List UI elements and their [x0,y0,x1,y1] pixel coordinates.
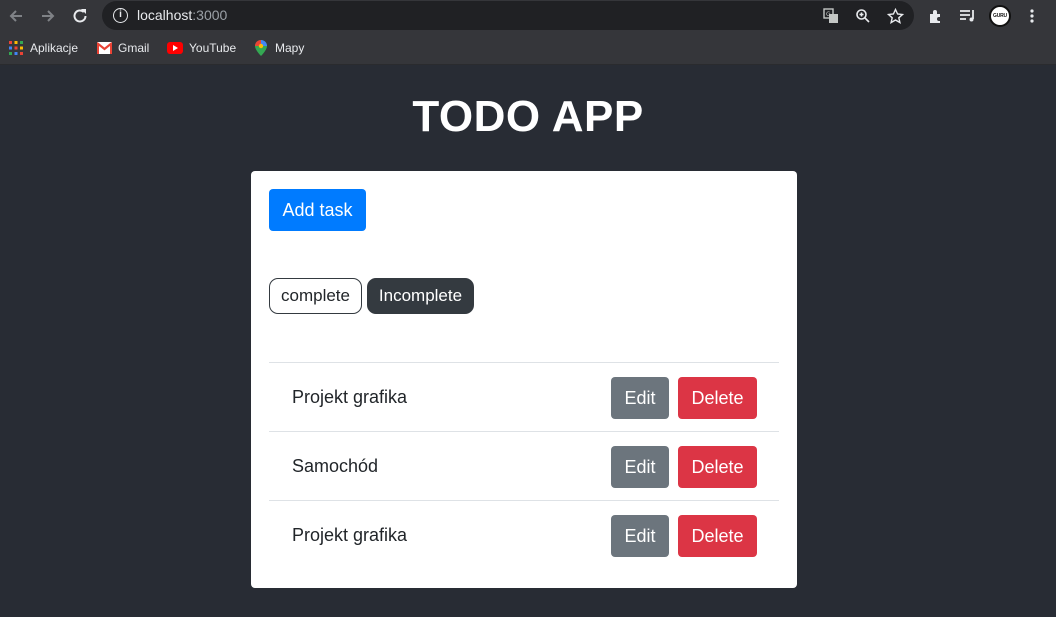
bookmark-gmail[interactable]: Gmail [96,39,149,57]
bookmark-apps[interactable]: Aplikacje [8,39,78,57]
bookmark-maps[interactable]: Mapy [253,39,304,57]
filter-complete-button[interactable]: complete [269,278,362,314]
filter-incomplete-button[interactable]: Incomplete [367,278,474,314]
gmail-icon [96,40,112,56]
apps-grid-icon [8,40,24,56]
task-name: Projekt grafika [292,525,408,545]
browser-toolbar: i localhost:3000 G GURU [0,0,1056,32]
delete-button[interactable]: Delete [678,446,757,488]
bookmark-youtube[interactable]: YouTube [167,39,236,57]
delete-button[interactable]: Delete [678,515,757,557]
menu-kebab-icon[interactable] [1021,5,1043,27]
delete-button[interactable]: Delete [678,377,757,419]
address-bar[interactable]: i localhost:3000 G [102,1,914,30]
reload-icon[interactable] [69,5,91,27]
task-row: Projekt grafika Edit Delete [269,500,779,569]
edit-button[interactable]: Edit [611,515,669,557]
page-title: TODO APP [412,92,644,141]
back-icon[interactable] [5,5,27,27]
task-list: Projekt grafika Edit Delete Samochód Edi… [269,362,779,569]
edit-button[interactable]: Edit [611,446,669,488]
task-row: Samochód Edit Delete [269,431,779,500]
bookmark-label: Aplikacje [30,41,79,55]
translate-icon[interactable]: G [821,6,841,26]
add-task-button[interactable]: Add task [269,189,366,231]
url-text[interactable]: localhost:3000 [137,7,227,23]
profile-avatar[interactable]: GURU [989,5,1011,27]
forward-icon[interactable] [37,5,59,27]
svg-text:G: G [826,11,831,18]
todo-card: Add task complete Incomplete Projekt gra… [251,171,797,588]
extensions-icon[interactable] [925,5,947,27]
bookmark-label: Gmail [118,41,150,55]
task-name: Projekt grafika [292,387,408,407]
youtube-icon [167,40,183,56]
edit-button[interactable]: Edit [611,377,669,419]
bookmark-label: Mapy [275,41,305,55]
site-info-icon[interactable]: i [113,8,128,23]
bookmarks-bar: Aplikacje Gmail YouTube Mapy [0,32,1056,65]
zoom-icon[interactable] [853,6,873,26]
maps-pin-icon [253,40,269,56]
media-control-icon[interactable] [957,5,979,27]
task-row: Projekt grafika Edit Delete [269,362,779,431]
bookmark-star-icon[interactable] [885,6,905,26]
bookmark-label: YouTube [189,41,237,55]
task-name: Samochód [292,456,379,476]
